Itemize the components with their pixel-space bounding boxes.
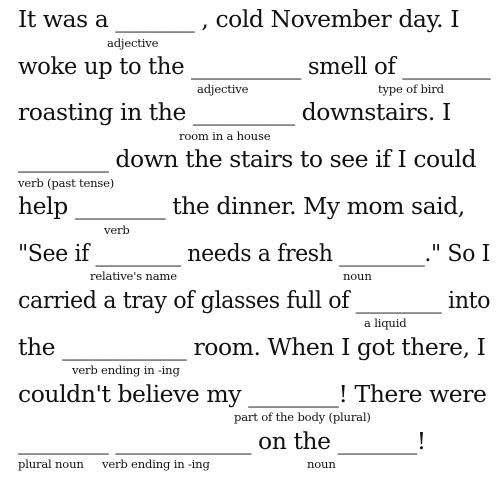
- story-line-4: ________ down the stairs to see if I cou…: [18, 145, 477, 173]
- hint-verb-past-tense: verb (past tense): [18, 176, 115, 190]
- hint-type-of-bird: type of bird: [378, 82, 444, 96]
- hint-room-in-a-house: room in a house: [179, 129, 271, 143]
- hint-verb: verb: [104, 223, 130, 237]
- story-line-3: roasting in the _________ downstairs. I: [18, 98, 451, 126]
- story-line-10: ________ ____________ on the _______!: [18, 427, 426, 455]
- story-line-8: the ___________ room. When I got there, …: [18, 333, 486, 361]
- mad-libs-worksheet: It was a _______ , cold November day. I …: [0, 0, 496, 486]
- hint-verb-ending-in-ing-1: verb ending in -ing: [72, 363, 180, 377]
- hint-plural-noun: plural noun: [18, 457, 84, 471]
- story-line-2: woke up to the __________ smell of _____…: [18, 52, 491, 80]
- hint-noun-1: noun: [343, 269, 372, 283]
- story-line-5: help ________ the dinner. My mom said,: [18, 192, 465, 220]
- story-line-9: couldn't believe my ________! There were: [18, 380, 487, 408]
- story-line-6: "See if ________ needs a fresh ________.…: [18, 239, 490, 267]
- story-line-7: carried a tray of glasses full of ______…: [18, 286, 491, 314]
- hint-relatives-name: relative's name: [90, 269, 177, 283]
- hint-noun-2: noun: [307, 457, 336, 471]
- story-line-1: It was a _______ , cold November day. I: [18, 5, 460, 33]
- hint-part-of-body-plural: part of the body (plural): [234, 410, 371, 424]
- hint-adjective-2: adjective: [197, 82, 249, 96]
- hint-adjective-1: adjective: [107, 36, 159, 50]
- hint-a-liquid: a liquid: [364, 316, 407, 330]
- hint-verb-ending-in-ing-2: verb ending in -ing: [102, 457, 210, 471]
